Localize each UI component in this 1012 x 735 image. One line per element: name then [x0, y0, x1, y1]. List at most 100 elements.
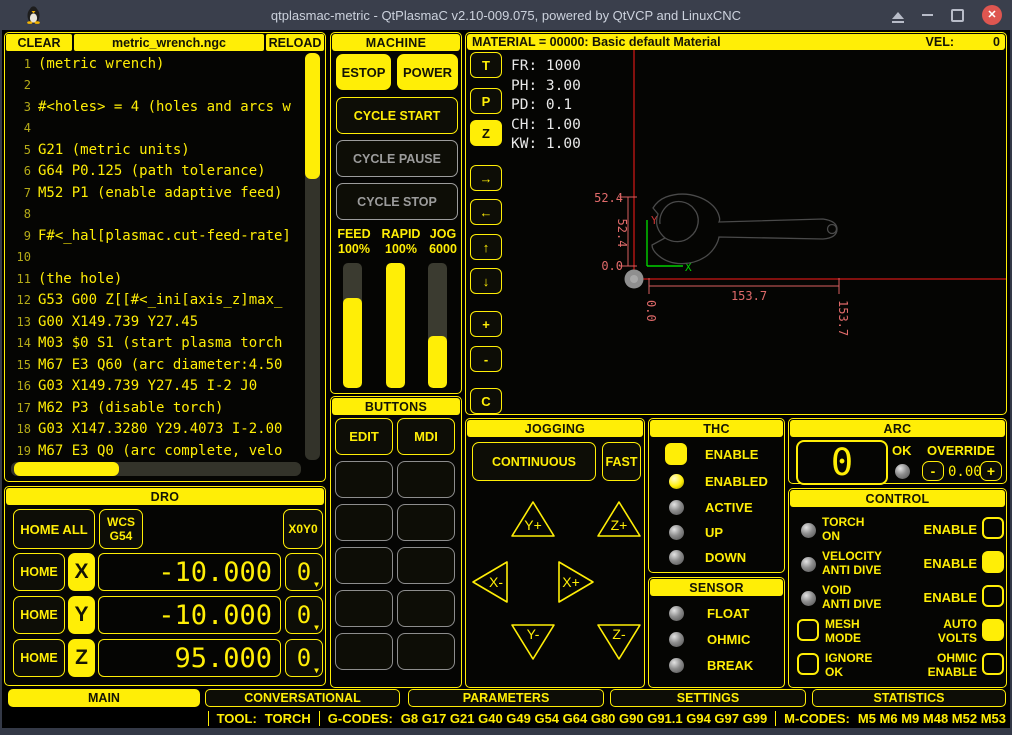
restore-button-icon[interactable]: [951, 9, 964, 22]
preview-z-button[interactable]: Z: [470, 120, 502, 146]
arc-override-plus-button[interactable]: +: [980, 461, 1002, 481]
preview-t-button[interactable]: T: [470, 52, 502, 78]
rapid-override-slider[interactable]: [386, 263, 405, 388]
gcode-line[interactable]: 4: [9, 118, 301, 140]
dim-x-max-rotated: 153.7: [836, 300, 850, 336]
torch-enable-checkbox[interactable]: [982, 517, 1004, 539]
pan-down-button[interactable]: ↓: [470, 268, 502, 294]
cycle-start-button[interactable]: CYCLE START: [336, 97, 458, 134]
gcode-line[interactable]: 10: [9, 247, 301, 269]
tab-conversational[interactable]: CONVERSATIONAL: [205, 689, 400, 707]
user-button-empty[interactable]: [397, 504, 455, 541]
mesh-mode-checkbox[interactable]: [797, 619, 819, 641]
home-all-button[interactable]: HOME ALL: [13, 509, 95, 549]
clear-view-button[interactable]: C: [470, 388, 502, 414]
minimize-button-icon[interactable]: [922, 14, 933, 16]
gcode-line[interactable]: 14 M03 $0 S1 (start plasma torch: [9, 333, 301, 355]
jog-x-plus-button[interactable]: X+: [556, 559, 596, 605]
gcode-line[interactable]: 12 G53 G00 Z[[#<_ini[axis_z]max_: [9, 290, 301, 312]
jog-speed-slider[interactable]: [428, 263, 447, 388]
shade-button-icon[interactable]: [892, 12, 904, 19]
gcode-line[interactable]: 9 F#<_hal[plasmac.cut-feed-rate]: [9, 225, 301, 247]
home-x-button[interactable]: HOME: [13, 553, 65, 591]
cycle-stop-button[interactable]: CYCLE STOP: [336, 183, 458, 220]
gcode-line[interactable]: 7 M52 P1 (enable adaptive feed): [9, 182, 301, 204]
material-selector[interactable]: MATERIAL = 00000: Basic default Material…: [467, 34, 1005, 50]
gcode-vscroll-thumb[interactable]: [305, 53, 320, 179]
power-button[interactable]: POWER: [397, 54, 458, 90]
wcs-button[interactable]: WCSG54: [99, 509, 143, 549]
void-enable-checkbox[interactable]: [982, 585, 1004, 607]
zoom-in-button[interactable]: +: [470, 311, 502, 337]
gcode-line[interactable]: 19 M67 E3 Q0 (arc complete, velo: [9, 440, 301, 462]
gcode-line[interactable]: 15 M67 E3 Q60 (arc diameter:4.50: [9, 354, 301, 376]
gcode-line-number: 2: [9, 78, 31, 92]
close-button[interactable]: ✕: [982, 5, 1002, 25]
gcode-line[interactable]: 6 G64 P0.125 (path tolerance): [9, 161, 301, 183]
axis-x-button[interactable]: X: [68, 553, 95, 591]
gcode-vertical-scrollbar[interactable]: [305, 53, 320, 460]
jog-z-plus-button[interactable]: Z+: [596, 500, 642, 539]
pan-up-button[interactable]: ↑: [470, 234, 502, 260]
auto-volts-checkbox[interactable]: [982, 619, 1004, 641]
jog-fast-button[interactable]: FAST: [602, 442, 641, 481]
user-button-empty[interactable]: [397, 547, 455, 584]
gcode-line[interactable]: 11 (the hole): [9, 268, 301, 290]
zero-z-button[interactable]: 0▼: [285, 639, 323, 677]
jog-mode-continuous-button[interactable]: CONTINUOUS: [472, 442, 596, 481]
arc-override-minus-button[interactable]: -: [922, 461, 944, 481]
gcode-hscroll-thumb[interactable]: [14, 462, 119, 476]
gcode-clear-button[interactable]: CLEAR: [6, 34, 72, 51]
axis-y-button[interactable]: Y: [68, 596, 95, 634]
gcode-line[interactable]: 17 M62 P3 (disable torch): [9, 397, 301, 419]
jog-x-minus-button[interactable]: X-: [470, 559, 510, 605]
break-label: BREAK: [707, 658, 753, 673]
user-button-empty[interactable]: [335, 633, 393, 670]
zero-y-button[interactable]: 0▼: [285, 596, 323, 634]
svg-text:Y-: Y-: [527, 626, 540, 642]
feed-override-slider[interactable]: [343, 263, 362, 388]
tab-statistics[interactable]: STATISTICS: [812, 689, 1006, 707]
home-z-button[interactable]: HOME: [13, 639, 65, 677]
user-button-empty[interactable]: [335, 547, 393, 584]
estop-button[interactable]: ESTOP: [336, 54, 391, 90]
velocity-enable-checkbox[interactable]: [982, 551, 1004, 573]
tab-settings[interactable]: SETTINGS: [610, 689, 806, 707]
zoom-out-button[interactable]: -: [470, 346, 502, 372]
mdi-button[interactable]: MDI: [397, 418, 455, 455]
user-button-empty[interactable]: [335, 590, 393, 627]
pan-left-button[interactable]: ←: [470, 199, 502, 225]
gcode-line[interactable]: 16 G03 X149.739 Y27.45 I-2 J0: [9, 376, 301, 398]
thc-enable-checkbox[interactable]: [665, 443, 687, 465]
x0y0-button[interactable]: X0Y0: [283, 509, 323, 549]
gcode-line[interactable]: 3 #<holes> = 4 (holes and arcs w: [9, 96, 301, 118]
zero-x-button[interactable]: 0▼: [285, 553, 323, 591]
gcode-line[interactable]: 8: [9, 204, 301, 226]
user-button-empty[interactable]: [397, 461, 455, 498]
gcode-reload-button[interactable]: RELOAD: [266, 34, 324, 51]
gcode-line[interactable]: 1 (metric wrench): [9, 53, 301, 75]
user-button-empty[interactable]: [397, 590, 455, 627]
user-button-empty[interactable]: [397, 633, 455, 670]
jog-z-minus-button[interactable]: Z-: [596, 622, 642, 661]
gcode-horizontal-scrollbar[interactable]: [11, 462, 301, 476]
gcode-line[interactable]: 5 G21 (metric units): [9, 139, 301, 161]
gcode-display[interactable]: 1 (metric wrench) 2 3 #<holes> = 4 (hole…: [9, 53, 301, 462]
tab-main[interactable]: MAIN: [8, 689, 200, 707]
edit-button[interactable]: EDIT: [335, 418, 393, 455]
cycle-pause-button[interactable]: CYCLE PAUSE: [336, 140, 458, 177]
preview-p-button[interactable]: P: [470, 88, 502, 114]
gcode-line[interactable]: 18 G03 X147.3280 Y29.4073 I-2.00: [9, 419, 301, 441]
user-button-empty[interactable]: [335, 504, 393, 541]
gcode-line[interactable]: 2: [9, 75, 301, 97]
pan-right-button[interactable]: →: [470, 165, 502, 191]
jog-y-minus-button[interactable]: Y-: [510, 622, 556, 661]
user-button-empty[interactable]: [335, 461, 393, 498]
home-y-button[interactable]: HOME: [13, 596, 65, 634]
jog-y-plus-button[interactable]: Y+: [510, 500, 556, 539]
ignore-ok-checkbox[interactable]: [797, 653, 819, 675]
ohmic-enable-checkbox[interactable]: [982, 653, 1004, 675]
axis-z-button[interactable]: Z: [68, 639, 95, 677]
gcode-line[interactable]: 13 G00 X149.739 Y27.45: [9, 311, 301, 333]
tab-parameters[interactable]: PARAMETERS: [408, 689, 604, 707]
